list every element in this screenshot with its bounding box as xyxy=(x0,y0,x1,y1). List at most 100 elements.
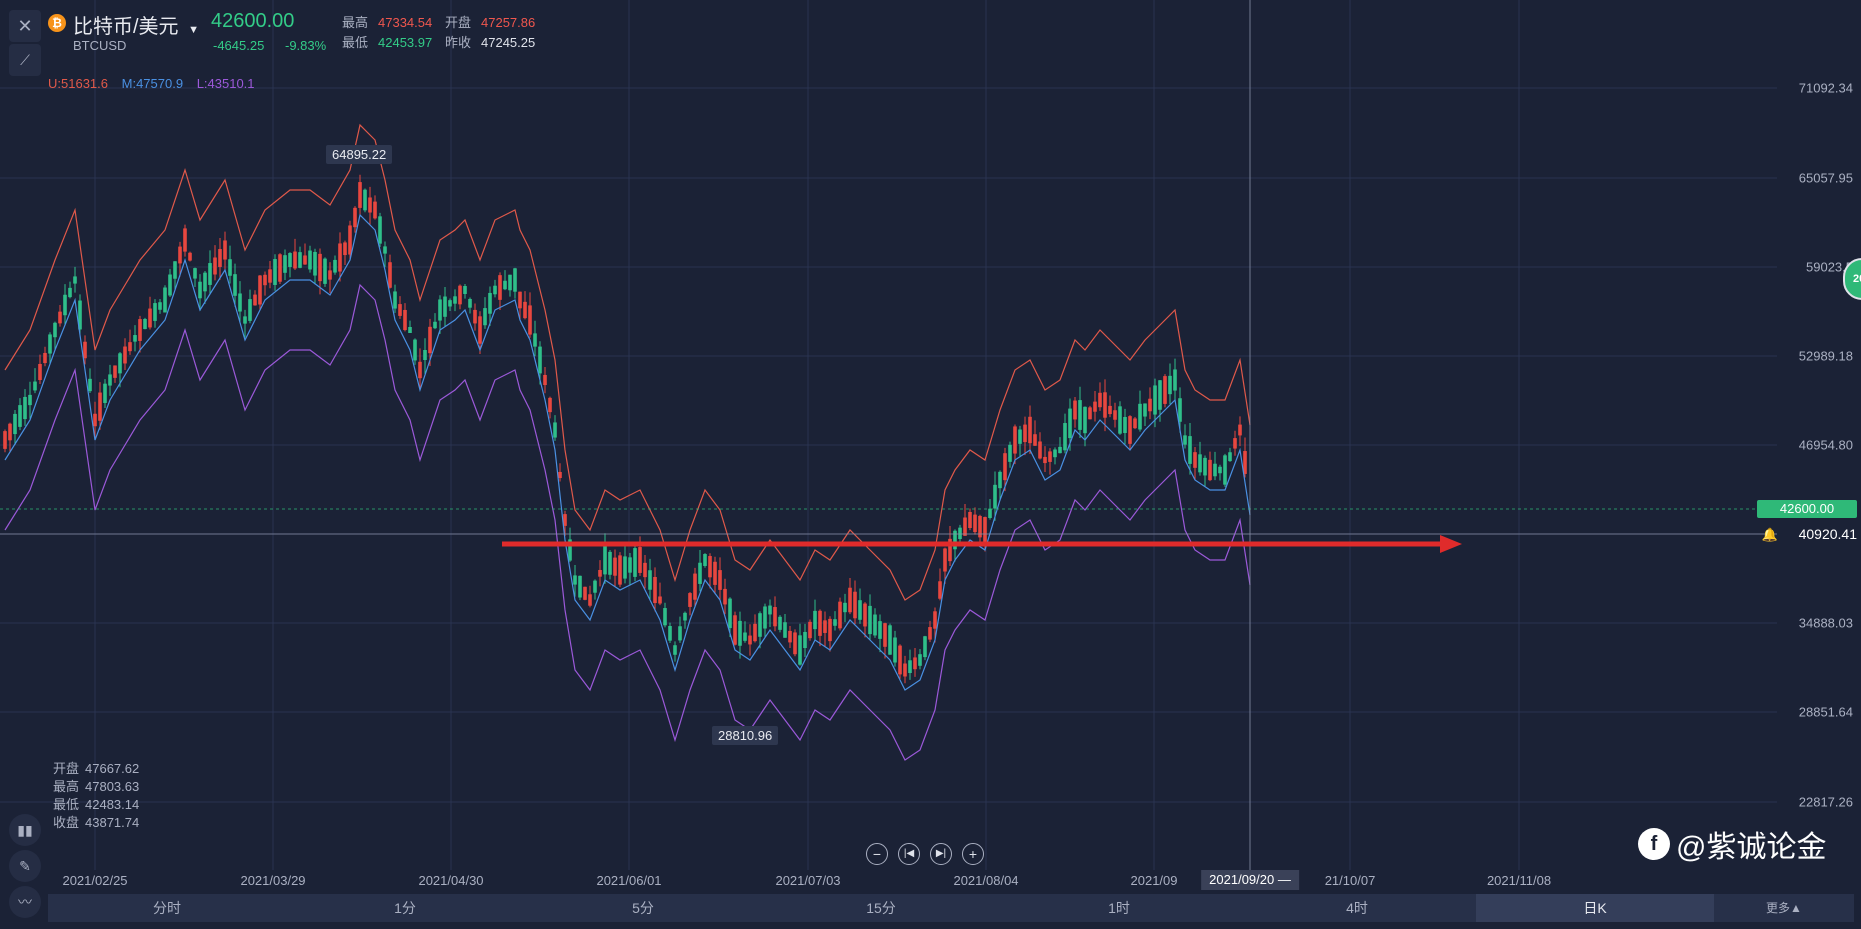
ohlc-readout: 开盘 47667.62 最高 47803.63 最低 42483.14 收盘 43871… xyxy=(53,760,139,832)
candle-body xyxy=(488,292,492,314)
candle-body xyxy=(738,620,742,646)
candle-body xyxy=(313,251,317,276)
candle-body xyxy=(148,308,152,328)
candle-body xyxy=(463,286,467,294)
candle-body xyxy=(593,580,597,593)
ohlc-close: 收盘 43871.74 xyxy=(53,815,140,830)
candle-body xyxy=(303,255,307,265)
candle-body xyxy=(173,261,177,279)
period-tab[interactable]: 1时 xyxy=(1000,894,1238,922)
candle-body xyxy=(1238,424,1242,436)
candle-body xyxy=(93,413,97,427)
candle-body xyxy=(883,623,887,647)
candle-body xyxy=(843,602,847,613)
candle-body xyxy=(803,631,807,649)
candlestick-chart[interactable] xyxy=(0,0,1861,870)
candle-body xyxy=(1208,459,1212,481)
candle-body xyxy=(168,274,172,296)
price-axis-label: 71092.34 xyxy=(1798,80,1853,96)
indicator-button[interactable]: ▮▮ xyxy=(9,814,41,846)
price-axis-label: 65057.95 xyxy=(1798,170,1853,186)
skip-forward-button[interactable]: ▶| xyxy=(930,843,952,865)
candle-body xyxy=(438,299,442,321)
candle-body xyxy=(513,268,517,292)
candle-body xyxy=(873,614,877,636)
candle-body xyxy=(473,309,477,324)
stat-open: 开盘 47257.86 xyxy=(445,15,536,30)
candle-body xyxy=(1078,400,1082,430)
candle-body xyxy=(1168,375,1172,395)
candle-body xyxy=(348,225,352,255)
candle-body xyxy=(808,621,812,639)
candle-body xyxy=(663,608,667,626)
candle-body xyxy=(923,636,927,658)
skip-back-button[interactable]: |◀ xyxy=(898,843,920,865)
candle-body xyxy=(123,346,127,364)
candle-body xyxy=(833,619,837,626)
period-tab[interactable]: 1分 xyxy=(286,894,524,922)
draw-line-button[interactable]: ⟋ xyxy=(9,44,41,76)
candle-body xyxy=(1228,452,1232,462)
candle-body xyxy=(163,287,167,313)
period-selector: 分时 1分 5分 15分 1时 4时 日K 更多▲ xyxy=(48,894,1854,922)
candle-body xyxy=(483,308,487,326)
candle-body xyxy=(713,561,717,585)
candle-body xyxy=(798,635,802,665)
date-label: 2021/03/29 xyxy=(240,873,306,888)
candle-body xyxy=(993,484,997,509)
candle-body xyxy=(898,645,902,675)
symbol-selector[interactable]: 比特币/美元 ▼ xyxy=(73,10,199,39)
candle-body xyxy=(388,262,392,288)
close-button[interactable]: ✕ xyxy=(9,10,41,42)
candle-body xyxy=(108,374,112,386)
zoom-in-button[interactable]: + xyxy=(962,843,984,865)
candle-body xyxy=(688,593,692,607)
candle-body xyxy=(433,321,437,329)
candle-body xyxy=(398,304,402,316)
candle-body xyxy=(1118,406,1122,434)
candle-body xyxy=(1073,400,1077,420)
candle-body xyxy=(938,581,942,599)
date-cursor-label: 2021/09/20 — xyxy=(1201,870,1299,890)
candle-body xyxy=(478,316,482,344)
candle-body xyxy=(573,575,577,585)
price-change: -4645.25 xyxy=(213,38,265,53)
period-tab[interactable]: 5分 xyxy=(524,894,762,922)
symbol-code: BTCUSD xyxy=(73,38,127,53)
stat-low: 最低 42453.97 xyxy=(342,35,433,50)
candle-body xyxy=(1193,452,1197,468)
period-tab[interactable]: 15分 xyxy=(762,894,1000,922)
candle-body xyxy=(748,635,752,645)
candle-body xyxy=(1173,369,1177,391)
candle-body xyxy=(548,397,552,413)
candle-body xyxy=(633,548,637,577)
low-callout: 28810.96 xyxy=(712,726,779,745)
price-axis-label: 22817.26 xyxy=(1798,794,1853,810)
candle-body xyxy=(373,201,377,219)
skip-back-icon: |◀ xyxy=(903,848,915,859)
candle-body xyxy=(333,259,337,273)
candle-body xyxy=(958,527,962,540)
candle-body xyxy=(243,316,247,324)
more-periods-button[interactable]: 更多▲ xyxy=(1714,894,1854,922)
watermark-text: @紫诚论金 xyxy=(1676,831,1827,864)
boll-lower: L:43510.1 xyxy=(196,76,255,91)
period-tab[interactable]: 分时 xyxy=(48,894,286,922)
candle-body xyxy=(903,663,907,677)
candle-body xyxy=(668,626,672,641)
price-alert-button[interactable]: 🔔 xyxy=(1760,525,1780,545)
candle-body xyxy=(1143,403,1147,417)
price-axis-label: 34888.03 xyxy=(1798,615,1853,631)
period-tab[interactable]: 4时 xyxy=(1238,894,1476,922)
candle-body xyxy=(63,294,67,316)
zoom-out-button[interactable]: − xyxy=(866,843,888,865)
candle-body xyxy=(368,197,372,213)
candle-body xyxy=(768,605,772,615)
candle-body xyxy=(1178,398,1182,422)
period-tab[interactable]: 日K xyxy=(1476,894,1714,922)
candle-body xyxy=(178,246,182,264)
candle-body xyxy=(1218,466,1222,474)
candle-body xyxy=(343,242,347,256)
candle-body xyxy=(623,556,627,579)
candle-body xyxy=(908,660,912,674)
